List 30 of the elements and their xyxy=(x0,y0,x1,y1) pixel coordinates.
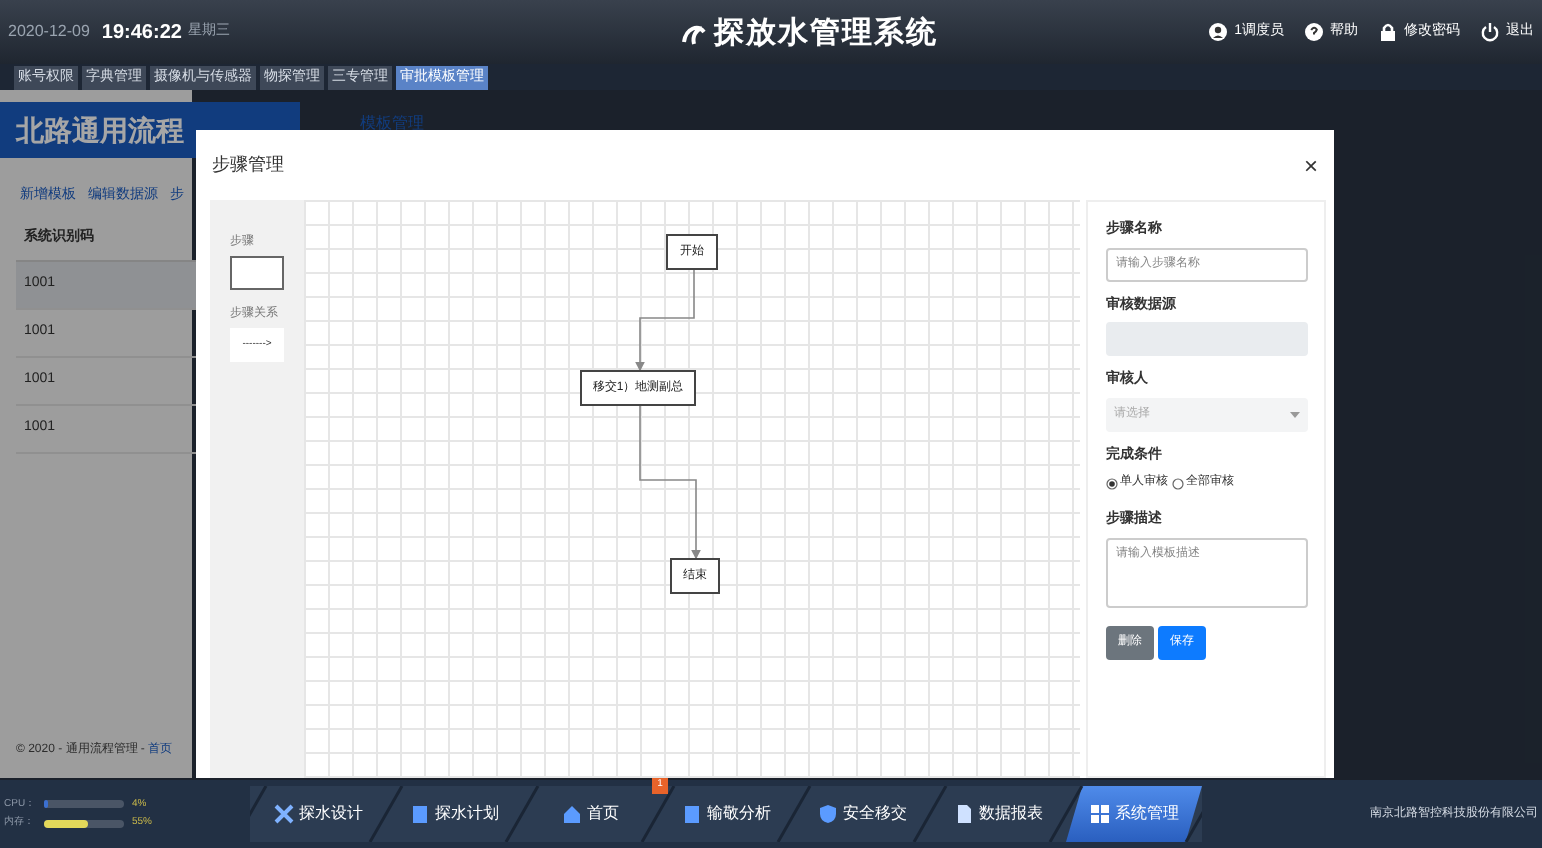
tab-divider xyxy=(912,786,948,842)
logo-icon xyxy=(680,20,708,49)
tab-divider xyxy=(368,786,404,842)
radio-button[interactable] xyxy=(1172,477,1184,489)
lock-icon xyxy=(1378,22,1398,42)
tab-divider xyxy=(1048,786,1084,842)
dialog-title: 步骤管理 xyxy=(212,151,284,178)
document-icon xyxy=(953,804,973,824)
shield-icon xyxy=(817,804,837,824)
help-icon xyxy=(1304,22,1324,42)
clipboard-icon xyxy=(409,804,429,824)
app-title: 探放水管理系统 xyxy=(714,14,938,54)
date-text: 2020-12-09 xyxy=(8,20,90,44)
close-button[interactable]: × xyxy=(1303,153,1318,177)
nav-tab[interactable]: 系统管理 xyxy=(1066,786,1202,842)
user-icon xyxy=(1208,22,1229,42)
grid-icon xyxy=(1089,804,1109,824)
tab-divider xyxy=(640,786,676,842)
clipboard-icon xyxy=(681,804,701,824)
brand-title: 北路通用流程 xyxy=(16,111,184,149)
power-icon xyxy=(1480,22,1500,42)
tools-icon xyxy=(273,804,293,824)
time-text: 19:46:22 xyxy=(101,19,182,47)
step-shape[interactable] xyxy=(230,256,284,290)
tab-divider xyxy=(776,786,812,842)
radio-button[interactable] xyxy=(1106,477,1118,489)
tab-divider xyxy=(504,786,540,842)
caret-icon xyxy=(1290,411,1300,417)
home-icon xyxy=(561,804,581,824)
connector-line xyxy=(635,269,695,372)
